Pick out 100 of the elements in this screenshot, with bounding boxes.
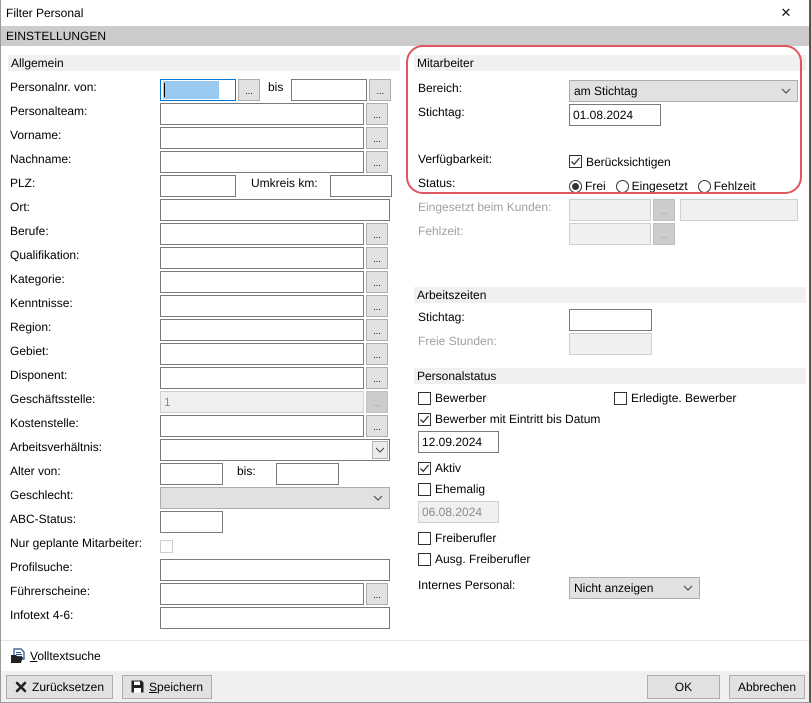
field-label: Nachname: (10, 151, 72, 166)
browse-button[interactable]: ... (366, 583, 388, 605)
checkbox[interactable] (418, 412, 431, 426)
header-title: EINSTELLUNGEN (6, 29, 106, 43)
document-icon (10, 648, 26, 664)
field-label: Eingesetzt beim Kunden: (418, 199, 552, 214)
input-field[interactable] (160, 511, 223, 533)
browse-button[interactable]: ... (366, 295, 388, 317)
dropdown[interactable]: am Stichtag (569, 80, 798, 102)
checkbox[interactable] (418, 392, 431, 404)
field-label: Infotext 4-6: (10, 607, 74, 622)
chevron-down-icon (373, 495, 383, 501)
field-label: PLZ: (10, 175, 36, 190)
browse-button[interactable]: ... (366, 103, 388, 125)
input-field[interactable] (160, 415, 364, 437)
field-label: Region: (10, 319, 52, 334)
field-label: Fehlzeit: (418, 223, 464, 238)
field-label: Stichtag: (418, 309, 466, 324)
checkbox-label: Aktiv (435, 461, 462, 475)
input-field[interactable] (160, 319, 364, 341)
field-label: Alter von: (10, 463, 62, 478)
checkbox-label: Bewerber (435, 391, 486, 405)
dialog-button[interactable]: Abbrechen (728, 674, 805, 698)
browse-button[interactable]: ... (366, 127, 388, 149)
group-title: Arbeitszeiten (417, 288, 486, 302)
group-title: Personalstatus (417, 369, 496, 383)
field-label: Kategorie: (10, 271, 66, 286)
input-field[interactable]: 12.09.2024 (418, 431, 499, 453)
checkbox[interactable] (418, 482, 431, 496)
checkbox[interactable] (614, 392, 627, 404)
input-field[interactable] (160, 79, 236, 101)
field-label: bis (268, 79, 284, 94)
input-field[interactable] (160, 607, 390, 629)
radio-option[interactable]: Frei (569, 179, 606, 193)
browse-button[interactable]: ... (369, 79, 392, 101)
field-label: Stichtag: (418, 104, 466, 119)
checkbox-label: Freiberufler (435, 531, 496, 545)
input-field[interactable] (160, 295, 364, 317)
browse-button[interactable]: ... (366, 415, 388, 437)
save-button[interactable]: Speichern (122, 674, 212, 698)
field-label: Personalteam: (10, 103, 88, 118)
radio-option[interactable]: Fehlzeit (698, 179, 756, 193)
input-field[interactable] (160, 127, 364, 149)
radio-option[interactable]: Eingesetzt (616, 179, 688, 193)
check-icon (570, 156, 581, 167)
input-field[interactable] (160, 151, 364, 173)
input-field[interactable] (160, 367, 364, 389)
checkbox[interactable] (418, 462, 431, 474)
reset-button[interactable]: Zurücksetzen (6, 674, 114, 698)
input-field[interactable] (160, 463, 223, 485)
fulltext-search-link[interactable]: Volltextsuche (10, 648, 101, 664)
input-field[interactable] (160, 583, 364, 605)
checkbox-label: Erledigte. Bewerber (631, 391, 736, 405)
input-field[interactable] (160, 271, 364, 293)
browse-button[interactable]: ... (238, 79, 260, 101)
checkbox-label: Bewerber mit Eintritt bis Datum (435, 412, 600, 426)
input-field[interactable] (160, 223, 364, 245)
input-field[interactable] (160, 559, 390, 581)
radio-button[interactable] (698, 180, 711, 192)
input-field[interactable] (160, 103, 364, 125)
browse-button[interactable]: ... (366, 247, 388, 269)
dropdown[interactable]: Nicht anzeigen (569, 577, 700, 599)
field-label: bis: (237, 463, 256, 478)
field-label: Berufe: (10, 223, 50, 238)
dialog-button[interactable]: OK (646, 674, 720, 698)
input-field[interactable] (569, 309, 652, 331)
field-label: Qualifikation: (10, 247, 80, 262)
input-field[interactable]: 01.08.2024 (569, 104, 661, 126)
checkbox[interactable] (418, 532, 431, 544)
chevron-down-icon (781, 88, 791, 94)
field-label: Kenntnisse: (10, 295, 74, 310)
field-label: Geschäftsstelle: (10, 391, 96, 406)
radio-button[interactable] (616, 180, 629, 192)
browse-button[interactable]: ... (366, 367, 388, 389)
close-button[interactable]: ✕ (763, 0, 809, 26)
browse-button[interactable]: ... (366, 151, 388, 173)
radio-button[interactable] (569, 180, 582, 192)
browse-button[interactable]: ... (366, 271, 388, 293)
dropdown[interactable] (160, 439, 390, 461)
group-title: Allgemein (11, 56, 64, 70)
input-field[interactable] (291, 79, 368, 101)
save-icon (131, 680, 144, 693)
checkbox[interactable] (418, 552, 431, 566)
field-label: Freie Stunden: (418, 333, 498, 348)
input-field[interactable] (160, 247, 364, 269)
input-field[interactable] (276, 463, 339, 485)
input-field[interactable] (160, 175, 236, 197)
browse-button[interactable]: ... (366, 319, 388, 341)
field-label: ABC-Status: (10, 511, 78, 526)
input-field[interactable] (160, 199, 390, 221)
field-label: Status: (418, 175, 456, 190)
checkbox[interactable] (569, 155, 582, 168)
input-field[interactable] (160, 343, 364, 365)
browse-button[interactable]: ... (366, 223, 388, 245)
field-label: Disponent: (10, 367, 68, 382)
chevron-down-icon (375, 447, 385, 453)
field-label: Kostenstelle: (10, 415, 80, 430)
field-label: Bereich: (418, 80, 464, 95)
input-field[interactable] (330, 175, 392, 197)
browse-button[interactable]: ... (366, 343, 388, 365)
